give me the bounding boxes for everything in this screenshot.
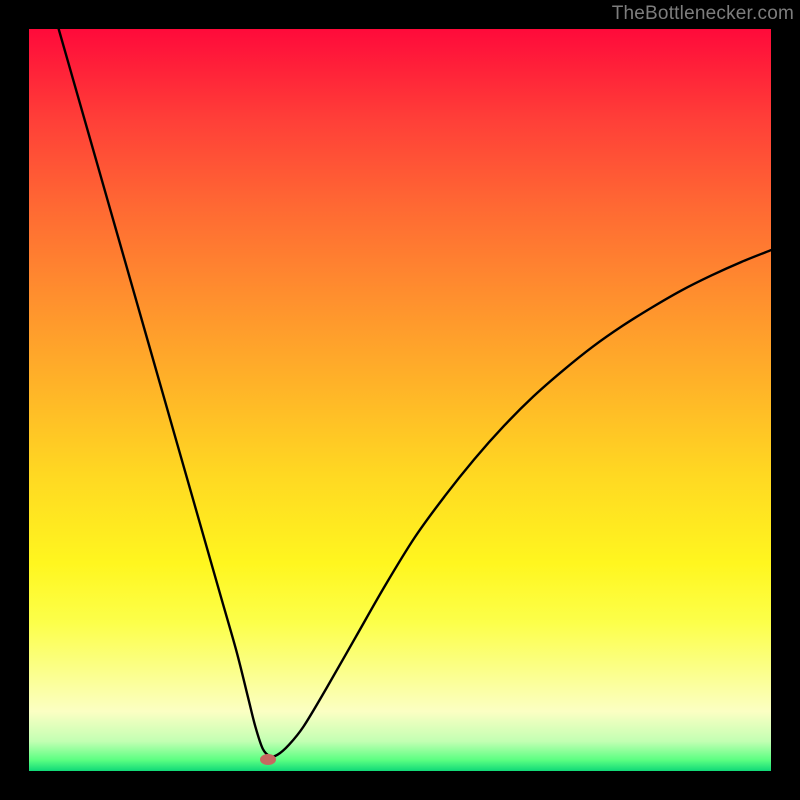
plot-area (29, 29, 771, 771)
chart-frame: TheBottlenecker.com (0, 0, 800, 800)
curve-svg (29, 29, 771, 771)
optimum-marker (260, 754, 276, 765)
bottleneck-curve (59, 29, 771, 757)
watermark-label: TheBottlenecker.com (612, 3, 794, 25)
